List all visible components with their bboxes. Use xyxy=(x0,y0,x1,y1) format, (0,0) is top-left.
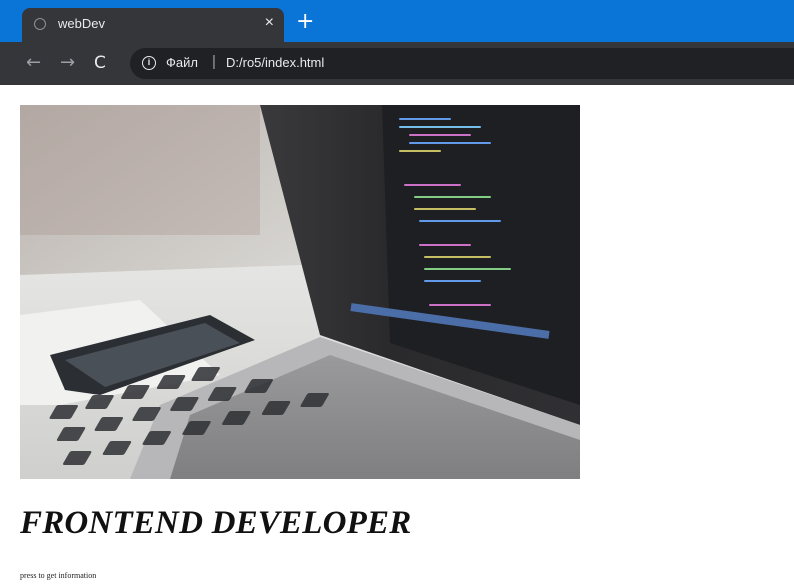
url-separator: | xyxy=(212,53,216,70)
forward-button[interactable]: → xyxy=(60,51,75,75)
tab-strip: webDev × + xyxy=(0,0,794,42)
close-icon[interactable]: × xyxy=(265,13,274,33)
hero-image xyxy=(20,105,580,479)
globe-icon xyxy=(34,18,46,30)
url-text[interactable]: D:/ro5/index.html xyxy=(226,55,324,70)
url-scheme-label: Файл xyxy=(166,55,198,70)
page-headline: FRONTEND DEVELOPER xyxy=(20,505,412,541)
info-hint[interactable]: press to get information xyxy=(20,571,96,580)
reload-button[interactable]: C xyxy=(94,51,106,75)
back-button[interactable]: ← xyxy=(26,51,41,75)
info-icon[interactable]: i xyxy=(142,56,156,70)
tab-title: webDev xyxy=(58,16,105,31)
browser-toolbar: ← → C i Файл | D:/ro5/index.html xyxy=(0,42,794,85)
new-tab-button[interactable]: + xyxy=(296,11,314,33)
browser-tab[interactable]: webDev × xyxy=(22,8,284,42)
address-bar[interactable]: i Файл | D:/ro5/index.html xyxy=(130,48,794,79)
